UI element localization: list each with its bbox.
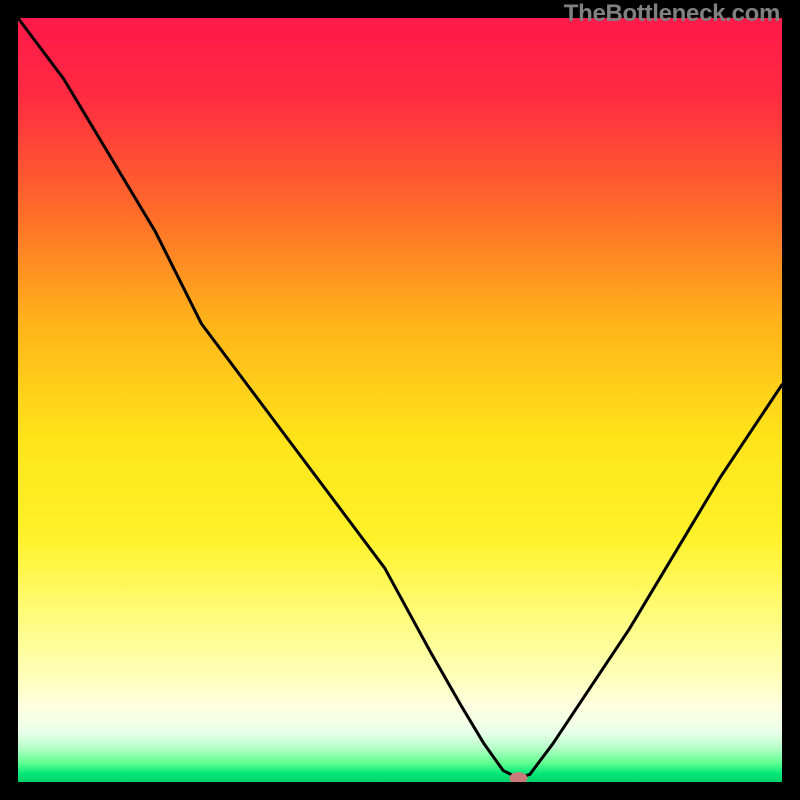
plot-area — [18, 18, 782, 782]
watermark-text: TheBottleneck.com — [564, 0, 780, 28]
gradient-background — [18, 18, 782, 782]
chart-svg — [18, 18, 782, 782]
chart-container: TheBottleneck.com — [0, 0, 800, 800]
